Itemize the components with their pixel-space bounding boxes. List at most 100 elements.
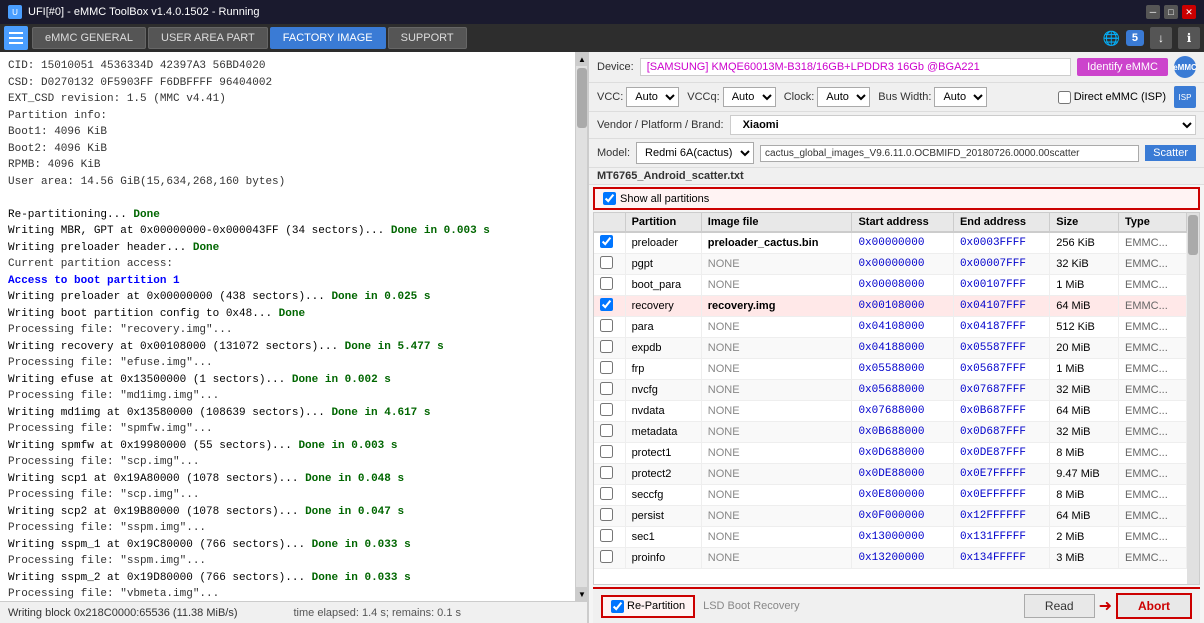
show-all-partitions-checkbox[interactable] bbox=[603, 192, 616, 205]
vcc-select[interactable]: Auto bbox=[626, 87, 679, 107]
direct-emmc-label[interactable]: Direct eMMC (ISP) bbox=[1058, 91, 1166, 104]
partition-scrollbar[interactable] bbox=[1187, 213, 1199, 584]
emmc-circle-button[interactable]: eMMC bbox=[1174, 56, 1196, 78]
clock-group: Clock: Auto bbox=[784, 87, 871, 107]
col-size: Size bbox=[1050, 213, 1119, 232]
partition-checkbox-recovery[interactable] bbox=[600, 298, 613, 311]
clock-select[interactable]: Auto bbox=[817, 87, 870, 107]
partition-checkbox-proinfo[interactable] bbox=[600, 550, 613, 563]
partition-size: 8 MiB bbox=[1050, 443, 1119, 464]
partition-checkbox-nvcfg[interactable] bbox=[600, 382, 613, 395]
partition-image: recovery.img bbox=[701, 296, 852, 317]
partition-name: preloader bbox=[625, 232, 701, 254]
log-scrollbar[interactable]: ▲ ▼ bbox=[575, 52, 587, 601]
col-image: Image file bbox=[701, 213, 852, 232]
partition-type: EMMC... bbox=[1119, 275, 1187, 296]
vcc-label: VCC: bbox=[597, 91, 623, 103]
partition-image: NONE bbox=[701, 548, 852, 569]
partition-type: EMMC... bbox=[1119, 548, 1187, 569]
model-label: Model: bbox=[597, 147, 630, 159]
scroll-down-arrow[interactable]: ▼ bbox=[576, 587, 587, 601]
device-value: [SAMSUNG] KMQE60013M-B318/16GB+LPDDR3 16… bbox=[640, 58, 1071, 76]
partition-checkbox-protect1[interactable] bbox=[600, 445, 613, 458]
scatter-file-label: MT6765_Android_scatter.txt bbox=[589, 168, 1204, 185]
direct-emmc-checkbox[interactable] bbox=[1058, 91, 1071, 104]
info-icon-btn[interactable]: ℹ bbox=[1178, 27, 1200, 49]
partition-type: EMMC... bbox=[1119, 401, 1187, 422]
hamburger-menu[interactable] bbox=[4, 26, 28, 50]
vcc-row: VCC: Auto VCCq: Auto Clock: Auto Bus Wid… bbox=[589, 83, 1204, 112]
bus-width-select[interactable]: Auto bbox=[934, 87, 987, 107]
partition-start: 0x00000000 bbox=[852, 232, 954, 254]
device-row: Device: [SAMSUNG] KMQE60013M-B318/16GB+L… bbox=[589, 52, 1204, 83]
tab-support[interactable]: SUPPORT bbox=[388, 27, 467, 49]
log-scroll-area[interactable]: CID: 15010051 4536334D 42397A3 56BD4020C… bbox=[0, 52, 575, 601]
partition-image: NONE bbox=[701, 401, 852, 422]
partition-type: EMMC... bbox=[1119, 443, 1187, 464]
partition-name: para bbox=[625, 317, 701, 338]
tab-factory-image[interactable]: FACTORY IMAGE bbox=[270, 27, 386, 49]
partition-type: EMMC... bbox=[1119, 232, 1187, 254]
identify-emmc-button[interactable]: Identify eMMC bbox=[1077, 58, 1168, 76]
partition-end: 0x05587FFF bbox=[953, 338, 1049, 359]
partition-checkbox-nvdata[interactable] bbox=[600, 403, 613, 416]
scroll-thumb[interactable] bbox=[577, 68, 587, 128]
partition-type: EMMC... bbox=[1119, 464, 1187, 485]
partition-checkbox-expdb[interactable] bbox=[600, 340, 613, 353]
re-partition-container: Re-Partition bbox=[601, 595, 695, 618]
scatter-button[interactable]: Scatter bbox=[1145, 145, 1196, 161]
partition-end: 0x131FFFFF bbox=[953, 527, 1049, 548]
col-checkbox bbox=[594, 213, 625, 232]
app-icon: U bbox=[8, 5, 22, 19]
partition-checkbox-pgpt[interactable] bbox=[600, 256, 613, 269]
partition-image: NONE bbox=[701, 506, 852, 527]
partition-end: 0x134FFFFF bbox=[953, 548, 1049, 569]
partition-scroll-thumb[interactable] bbox=[1188, 215, 1198, 255]
partition-start: 0x00000000 bbox=[852, 254, 954, 275]
partition-name: protect1 bbox=[625, 443, 701, 464]
read-button[interactable]: Read bbox=[1024, 594, 1095, 618]
partition-table-scroll[interactable]: Partition Image file Start address End a… bbox=[594, 213, 1187, 584]
partition-checkbox-sec1[interactable] bbox=[600, 529, 613, 542]
maximize-button[interactable]: □ bbox=[1164, 5, 1178, 19]
model-select[interactable]: Redmi 6A(cactus) bbox=[636, 142, 754, 164]
tab-user-area[interactable]: USER AREA PART bbox=[148, 27, 268, 49]
partition-checkbox-boot_para[interactable] bbox=[600, 277, 613, 290]
close-button[interactable]: ✕ bbox=[1182, 5, 1196, 19]
partition-end: 0x0B687FFF bbox=[953, 401, 1049, 422]
partition-checkbox-persist[interactable] bbox=[600, 508, 613, 521]
nav-tabs: eMMC GENERAL USER AREA PART FACTORY IMAG… bbox=[32, 27, 1098, 49]
partition-type: EMMC... bbox=[1119, 338, 1187, 359]
partition-end: 0x00107FFF bbox=[953, 275, 1049, 296]
partition-size: 256 KiB bbox=[1050, 232, 1119, 254]
partition-size: 9.47 MiB bbox=[1050, 464, 1119, 485]
minimize-button[interactable]: ─ bbox=[1146, 5, 1160, 19]
vccq-select[interactable]: Auto bbox=[723, 87, 776, 107]
partition-name: frp bbox=[625, 359, 701, 380]
left-panel: CID: 15010051 4536334D 42397A3 56BD4020C… bbox=[0, 52, 588, 623]
partition-checkbox-para[interactable] bbox=[600, 319, 613, 332]
partition-table-wrapper: Partition Image file Start address End a… bbox=[593, 212, 1200, 585]
download-icon-btn[interactable]: ↓ bbox=[1150, 27, 1172, 49]
partition-checkbox-frp[interactable] bbox=[600, 361, 613, 374]
tab-emmc-general[interactable]: eMMC GENERAL bbox=[32, 27, 146, 49]
abort-button[interactable]: Abort bbox=[1116, 593, 1192, 619]
re-partition-checkbox[interactable] bbox=[611, 600, 624, 613]
isp-button[interactable]: ISP bbox=[1174, 86, 1196, 108]
vendor-select[interactable]: Xiaomi bbox=[730, 115, 1196, 135]
partition-checkbox-metadata[interactable] bbox=[600, 424, 613, 437]
scroll-up-arrow[interactable]: ▲ bbox=[576, 52, 587, 66]
table-row: protect1NONE0x0D6880000x0DE87FFF8 MiBEMM… bbox=[594, 443, 1187, 464]
partition-start: 0x04108000 bbox=[852, 317, 954, 338]
partition-name: persist bbox=[625, 506, 701, 527]
partition-name: recovery bbox=[625, 296, 701, 317]
table-row: proinfoNONE0x132000000x134FFFFF3 MiBEMMC… bbox=[594, 548, 1187, 569]
partition-start: 0x0E800000 bbox=[852, 485, 954, 506]
partition-checkbox-seccfg[interactable] bbox=[600, 487, 613, 500]
partition-checkbox-preloader[interactable] bbox=[600, 235, 613, 248]
partition-scroll-container: Partition Image file Start address End a… bbox=[594, 213, 1199, 584]
status-text: Writing block 0x218C0000:65536 (11.38 Mi… bbox=[8, 607, 294, 619]
partition-checkbox-protect2[interactable] bbox=[600, 466, 613, 479]
table-row: expdbNONE0x041880000x05587FFF20 MiBEMMC.… bbox=[594, 338, 1187, 359]
partition-name: protect2 bbox=[625, 464, 701, 485]
